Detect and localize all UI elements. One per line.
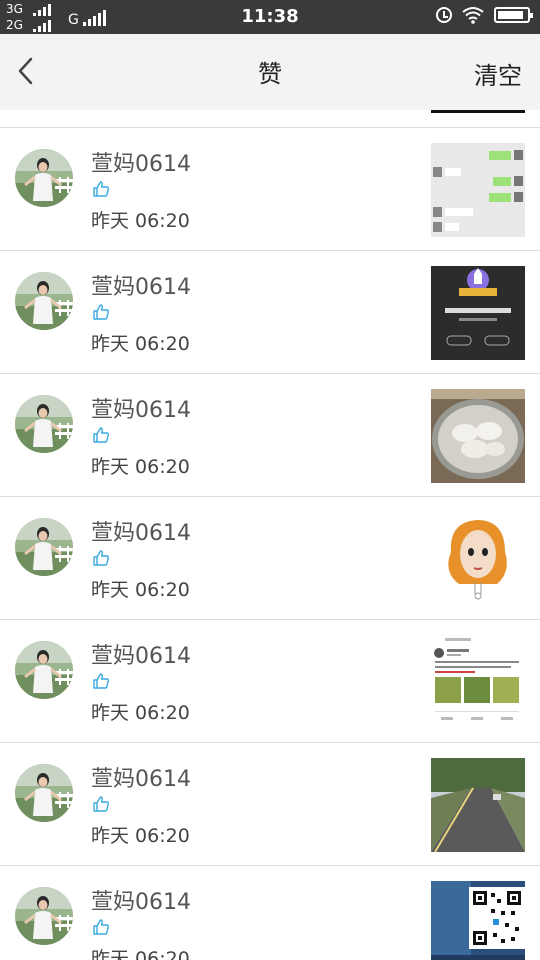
thumbs-up-icon: [93, 427, 109, 443]
thumbs-up-icon: [93, 796, 109, 812]
username[interactable]: 萱妈0614: [91, 761, 191, 793]
avatar[interactable]: [15, 272, 73, 330]
thumbs-up-icon: [93, 673, 109, 689]
avatar[interactable]: [15, 149, 73, 207]
qr-code-image-thumbnail[interactable]: [431, 881, 525, 960]
like-list-item[interactable]: 萱妈0614 昨天 06:20: [0, 374, 540, 497]
thumbs-up-icon: [93, 304, 109, 320]
like-timestamp: 昨天 06:20: [91, 825, 190, 847]
thumbs-up-icon: [93, 919, 109, 935]
like-list-item[interactable]: 萱妈0614 昨天 06:20: [0, 866, 540, 960]
avatar[interactable]: [15, 641, 73, 699]
like-timestamp: 昨天 06:20: [91, 333, 190, 355]
list-item-partial: [0, 110, 540, 128]
battery-icon: [494, 7, 533, 23]
post-screenshot-thumbnail[interactable]: [431, 635, 525, 729]
like-list-item[interactable]: 萱妈0614 昨天 06:20: [0, 497, 540, 620]
street-photo-thumbnail[interactable]: [431, 758, 525, 852]
username[interactable]: 萱妈0614: [91, 392, 191, 424]
chat-screenshot-thumbnail[interactable]: [431, 143, 525, 237]
level-up-screenshot-thumbnail[interactable]: [431, 266, 525, 360]
dumplings-photo-thumbnail[interactable]: [431, 389, 525, 483]
page-title: 赞: [258, 60, 282, 88]
thumbs-up-icon: [93, 550, 109, 566]
username[interactable]: 萱妈0614: [91, 269, 191, 301]
thumbs-up-icon: [93, 181, 109, 197]
like-timestamp: 昨天 06:20: [91, 210, 190, 232]
username[interactable]: 萱妈0614: [91, 146, 191, 178]
clear-button[interactable]: 清空: [474, 56, 522, 91]
like-timestamp: 昨天 06:20: [91, 456, 190, 478]
like-timestamp: 昨天 06:20: [91, 579, 190, 601]
status-bar: 3G 2G G 11:38: [0, 0, 540, 34]
wifi-icon: [462, 7, 484, 24]
avatar[interactable]: [15, 887, 73, 945]
username[interactable]: 萱妈0614: [91, 638, 191, 670]
like-list-item[interactable]: 萱妈0614 昨天 06:20: [0, 251, 540, 374]
avatar[interactable]: [15, 518, 73, 576]
likes-list: 萱妈0614 昨天 06:20 萱妈0614 昨天 06:20 萱妈0614 昨…: [0, 110, 540, 960]
like-list-item[interactable]: 萱妈0614 昨天 06:20: [0, 128, 540, 251]
username[interactable]: 萱妈0614: [91, 515, 191, 547]
like-timestamp: 昨天 06:20: [91, 948, 190, 960]
nav-bar: 赞 清空: [0, 34, 540, 111]
avatar[interactable]: [15, 764, 73, 822]
like-timestamp: 昨天 06:20: [91, 702, 190, 724]
avatar[interactable]: [15, 395, 73, 453]
alarm-icon: [436, 7, 452, 23]
like-list-item[interactable]: 萱妈0614 昨天 06:20: [0, 743, 540, 866]
username[interactable]: 萱妈0614: [91, 884, 191, 916]
cartoon-face-thumbnail[interactable]: [431, 512, 525, 606]
like-list-item[interactable]: 萱妈0614 昨天 06:20: [0, 620, 540, 743]
